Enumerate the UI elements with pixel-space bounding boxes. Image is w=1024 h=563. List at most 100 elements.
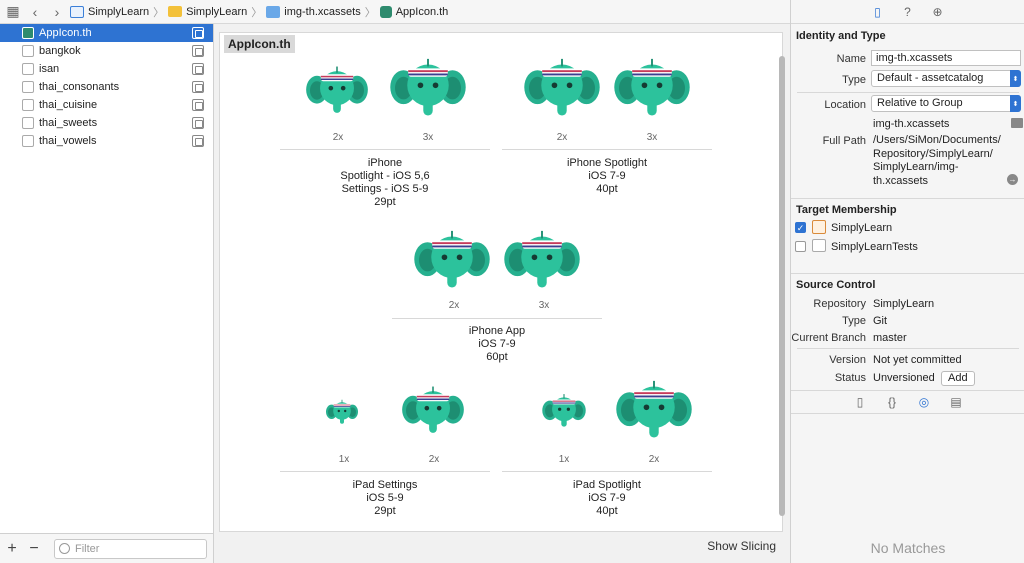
project-icon [70, 5, 84, 18]
navigator-footer: + − Filter [0, 533, 213, 563]
nav-item-thai-vowels[interactable]: thai_vowels [0, 132, 213, 150]
breadcrumb-appicon[interactable]: AppIcon.th [379, 5, 448, 18]
group-label-ipad-spotlight: iPad Spotlight iOS 7-9 40pt [573, 479, 641, 517]
target-label-simplylearntests: SimplyLearnTests [831, 241, 918, 253]
folder-icon[interactable] [1011, 118, 1023, 128]
image-set-icon [22, 135, 34, 147]
status-value: Unversioned [873, 372, 935, 384]
icon-slot-iphone-60-2x[interactable] [414, 229, 490, 295]
icon-slot-ipad-40-1x[interactable] [542, 393, 586, 431]
image-set-icon [22, 63, 34, 75]
nav-item-isan[interactable]: isan [0, 60, 213, 78]
slicing-badge-icon [192, 81, 204, 93]
icon-slot-ipad-40-2x[interactable] [616, 379, 692, 445]
back-icon[interactable]: ‹ [26, 3, 44, 21]
image-set-icon [22, 99, 34, 111]
minus-icon[interactable]: − [28, 540, 40, 558]
plus-icon[interactable]: + [6, 540, 18, 558]
divider [791, 273, 1024, 274]
scale-label: 2x [648, 454, 660, 465]
slicing-badge-icon [192, 27, 204, 39]
file-inspector-icon[interactable]: ▯ [870, 4, 886, 20]
nav-item-bangkok[interactable]: bangkok [0, 42, 213, 60]
chevron-right-icon: 〉 [251, 6, 263, 19]
inspector-panel: ▯ ? ⊕ Identity and Type Name img-th.xcas… [790, 0, 1024, 563]
status-label: Status [834, 372, 866, 384]
group-divider [392, 318, 602, 319]
nav-item-appicon-th[interactable]: AppIcon.th [0, 24, 213, 42]
filter-icon [59, 543, 70, 554]
target-membership-header: Target Membership [796, 204, 897, 216]
fullpath-value: /Users/SiMon/Documents/ Repository/Simpl… [873, 134, 1001, 187]
repository-label: Repository [813, 298, 866, 310]
slicing-badge-icon [192, 63, 204, 75]
select-arrows-icon: ⬍ [1010, 70, 1021, 87]
reveal-arrow-icon[interactable]: → [1007, 174, 1018, 185]
sc-type-label: Type [842, 315, 866, 327]
location-select[interactable]: Relative to Group ⬍ [871, 95, 1021, 112]
icon-slot-iphone-29-2x[interactable] [306, 65, 368, 119]
icon-slot-iphone-60-3x[interactable] [504, 229, 580, 295]
identity-type-header: Identity and Type [796, 30, 886, 42]
nav-item-thai-cuisine[interactable]: thai_cuisine [0, 96, 213, 114]
breadcrumb-group[interactable]: SimplyLearn 〉 [168, 4, 262, 20]
folder-icon [168, 6, 183, 17]
filter-input[interactable]: Filter [54, 538, 207, 559]
media-library-icon[interactable]: ▤ [948, 394, 964, 410]
icon-slot-iphone-40-2x[interactable] [524, 57, 600, 123]
scale-label: 3x [646, 132, 658, 143]
asset-editor: AppIcon.th 2x 3x iPhone Spotlight - iOS … [214, 24, 790, 563]
target-label-simplylearn: SimplyLearn [831, 222, 893, 234]
show-slicing-button[interactable]: Show Slicing [707, 539, 776, 553]
add-button[interactable]: Add [941, 371, 975, 386]
select-arrows-icon: ⬍ [1010, 95, 1021, 112]
grid-icon[interactable]: ▦ [4, 3, 22, 21]
scale-label: 2x [556, 132, 568, 143]
scale-label: 3x [538, 300, 550, 311]
test-target-icon [812, 239, 826, 252]
app-target-icon [812, 220, 826, 234]
branch-label: Current Branch [791, 332, 866, 344]
version-value: Not yet committed [873, 354, 962, 366]
scale-label: 3x [422, 132, 434, 143]
vertical-scrollbar[interactable] [778, 56, 786, 526]
icon-slot-iphone-29-3x[interactable] [390, 57, 466, 123]
group-divider [280, 149, 490, 150]
inspector-tabs: ▯ ? ⊕ [791, 0, 1024, 24]
no-matches-text: No Matches [870, 540, 946, 556]
breadcrumb-project[interactable]: SimplyLearn 〉 [70, 4, 164, 20]
divider [791, 198, 1024, 199]
breadcrumb-catalog[interactable]: img-th.xcassets 〉 [266, 4, 376, 20]
group-label-iphone-29: iPhone Spotlight - iOS 5,6 Settings - iO… [340, 157, 430, 208]
name-field[interactable]: img-th.xcassets [871, 50, 1021, 66]
help-icon[interactable]: ? [900, 4, 916, 20]
target-checkbox-simplylearntests[interactable] [795, 241, 806, 252]
target-checkbox-simplylearn[interactable]: ✓ [795, 222, 806, 233]
appicon-canvas: AppIcon.th 2x 3x iPhone Spotlight - iOS … [219, 32, 783, 532]
scale-label: 2x [332, 132, 344, 143]
group-label-ipad-settings: iPad Settings iOS 5-9 29pt [352, 479, 418, 517]
icon-slot-ipad-29-1x[interactable] [326, 399, 358, 427]
type-select[interactable]: Default - assetcatalog ⬍ [871, 70, 1021, 87]
forward-icon[interactable]: › [48, 3, 66, 21]
scrollbar-thumb[interactable] [779, 56, 785, 516]
scale-label: 1x [338, 454, 350, 465]
slicing-badge-icon [192, 45, 204, 57]
icon-slot-iphone-40-3x[interactable] [614, 57, 690, 123]
object-library-icon[interactable]: ◎ [916, 394, 932, 410]
slicing-badge-icon [192, 99, 204, 111]
location-path: img-th.xcassets [873, 118, 950, 130]
group-label-iphone-40: iPhone Spotlight iOS 7-9 40pt [566, 157, 648, 195]
scale-label: 2x [448, 300, 460, 311]
nav-item-thai-consonants[interactable]: thai_consonants [0, 78, 213, 96]
attributes-icon[interactable]: ⊕ [930, 4, 946, 20]
branch-value: master [873, 332, 907, 344]
file-template-icon[interactable]: ▯ [852, 394, 868, 410]
nav-item-thai-sweets[interactable]: thai_sweets [0, 114, 213, 132]
sc-type-value: Git [873, 315, 888, 327]
icon-slot-ipad-29-2x[interactable] [402, 385, 464, 439]
code-snippet-icon[interactable]: {} [884, 394, 900, 410]
chevron-right-icon: 〉 [364, 6, 376, 19]
scale-label: 2x [428, 454, 440, 465]
group-divider [502, 149, 712, 150]
